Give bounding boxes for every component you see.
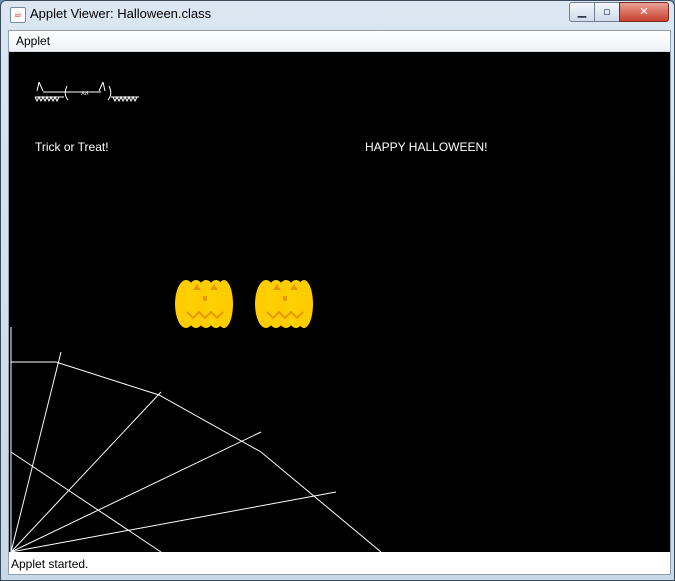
spider-web bbox=[10, 327, 382, 552]
menu-applet[interactable]: Applet bbox=[16, 34, 50, 48]
minimize-button[interactable]: ▁ bbox=[569, 2, 595, 22]
applet-canvas[interactable]: . . ^^ Trick or Treat! HAPPY HALLOWEEN! bbox=[9, 52, 670, 552]
java-cup-icon[interactable]: ☕ bbox=[10, 7, 26, 23]
client-area: Applet . . ^^ Trick or Treat! HAPPY HALL… bbox=[8, 30, 671, 575]
close-icon: ✕ bbox=[639, 5, 649, 18]
title-bar[interactable]: ☕ Applet Viewer: Halloween.class ▁ ▫ ✕ bbox=[1, 1, 674, 29]
maximize-icon: ▫ bbox=[603, 5, 611, 18]
svg-text:^^: ^^ bbox=[81, 91, 89, 100]
status-bar: Applet started. bbox=[9, 553, 670, 574]
close-button[interactable]: ✕ bbox=[619, 2, 669, 22]
menu-bar: Applet bbox=[9, 31, 670, 52]
pumpkin-right bbox=[255, 280, 313, 328]
maximize-button[interactable]: ▫ bbox=[594, 2, 620, 22]
status-text: Applet started. bbox=[11, 557, 89, 571]
applet-viewer-window: ☕ Applet Viewer: Halloween.class ▁ ▫ ✕ A… bbox=[0, 0, 675, 581]
trick-or-treat-text: Trick or Treat! bbox=[35, 140, 109, 154]
window-title: Applet Viewer: Halloween.class bbox=[30, 6, 212, 21]
pumpkin-left bbox=[175, 280, 233, 328]
applet-drawing: . . ^^ bbox=[10, 81, 382, 552]
happy-halloween-text: HAPPY HALLOWEEN! bbox=[365, 140, 488, 154]
cat-drawing: . . ^^ bbox=[34, 81, 139, 103]
minimize-icon: ▁ bbox=[577, 5, 587, 18]
